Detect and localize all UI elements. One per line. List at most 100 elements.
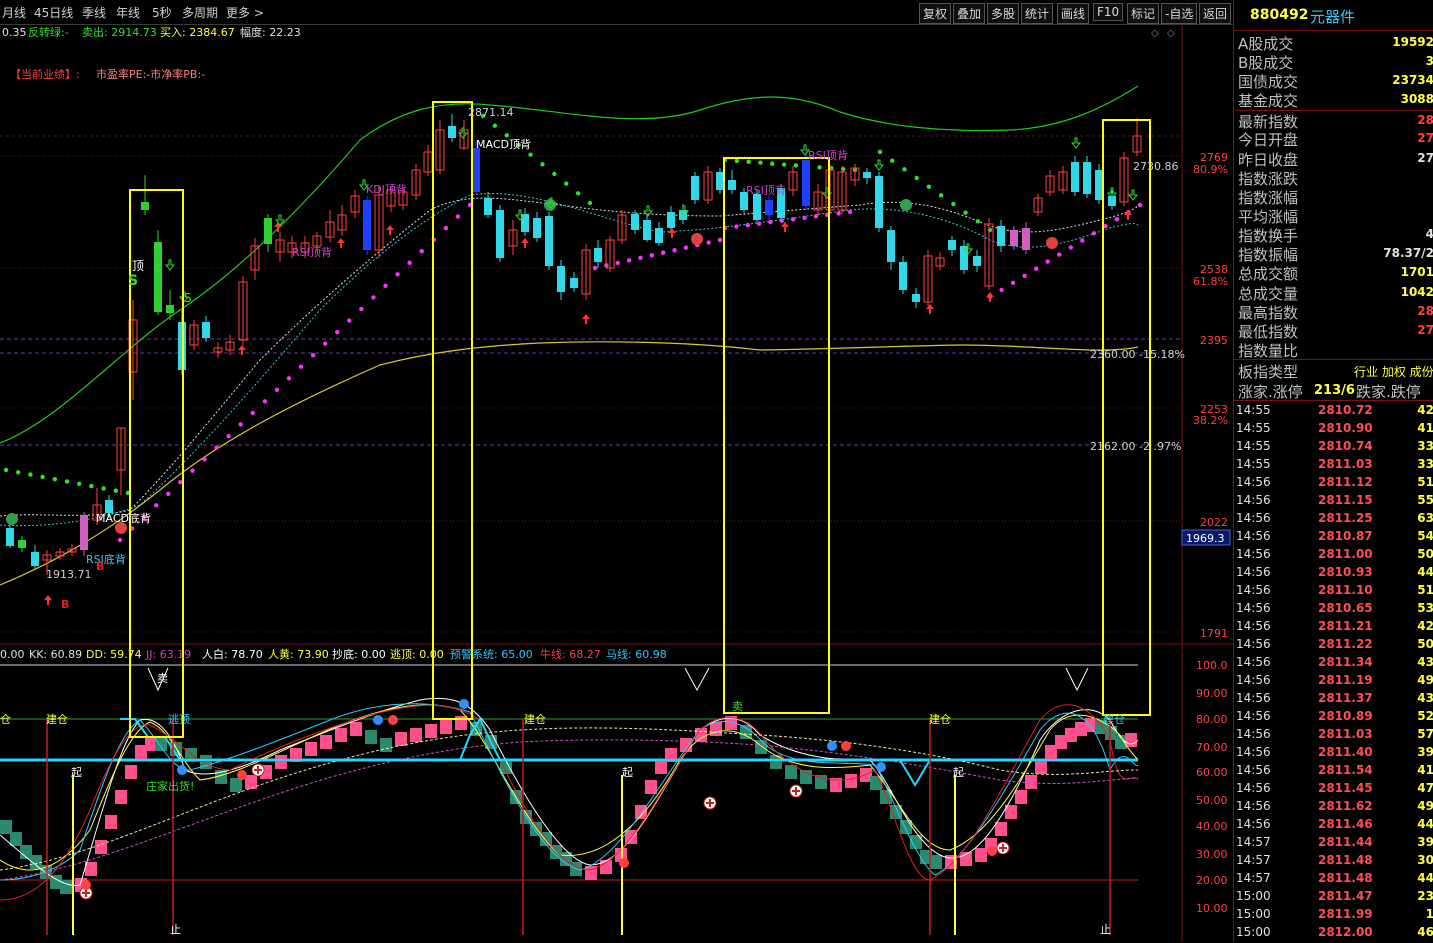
tick-row: 15:00 2811.47 23 — [1234, 889, 1433, 907]
candle-body — [570, 278, 578, 288]
current-price-box-text: 1969.3 — [1186, 532, 1225, 545]
multi-stock-button[interactable]: 多股 — [987, 3, 1020, 24]
tick-volume: 33 — [1417, 439, 1433, 453]
axis-label-1791: 1791 — [1200, 627, 1228, 640]
indicator-step — [0, 820, 12, 834]
escape-top-label: 逃顶 — [168, 713, 190, 726]
period-monthly[interactable]: 月线 — [2, 4, 26, 21]
axis-label-2022: 2022 — [1200, 516, 1228, 529]
down-arrow-icon — [1070, 137, 1082, 149]
tick-volume: 51 — [1417, 583, 1433, 597]
tick-time: 15:00 — [1236, 907, 1271, 921]
sell-dot-icon — [827, 741, 837, 751]
tick-time: 14:57 — [1236, 871, 1271, 885]
indicator-step — [410, 728, 422, 742]
mark-button[interactable]: 标记 — [1127, 3, 1160, 24]
buy-b-label-2: B — [61, 598, 69, 611]
indicator-step — [395, 732, 407, 746]
header-sell: 卖出: 2914.73 — [82, 25, 157, 39]
candle-body — [753, 194, 761, 220]
buy-dot-icon — [841, 741, 851, 751]
tick-volume: 50 — [1417, 547, 1433, 561]
sell-dot-icon — [373, 715, 383, 725]
f10-button[interactable]: F10 — [1093, 3, 1124, 21]
index-name[interactable]: 元器件 — [1310, 6, 1355, 27]
quote-row: 最新指数 28 — [1236, 110, 1433, 131]
sar-dot — [770, 161, 775, 166]
tick-volume: 30 — [1417, 853, 1433, 867]
ind-axis-40: 40.00 — [1196, 820, 1228, 833]
tick-price: 2811.10 — [1318, 583, 1373, 597]
candle-body — [631, 214, 639, 230]
statistics-button[interactable]: 统计 — [1021, 3, 1054, 24]
signal-icons — [6, 199, 1058, 900]
macd-bottom-divergence: MACD底背 — [96, 511, 151, 525]
diamond-icon[interactable]: ◇ — [1151, 28, 1159, 39]
tick-row: 14:55 2811.03 33 — [1234, 457, 1433, 475]
settings-icon[interactable]: ◇ — [1167, 28, 1175, 39]
sar-dot — [790, 217, 796, 222]
dealer-selling-label: 庄家出货! — [146, 779, 194, 793]
level-2360-label: 2360.00 -15.18% — [1090, 348, 1185, 361]
sell-s-label: S — [128, 273, 138, 289]
period-multi[interactable]: 多周期 — [182, 4, 218, 21]
sar-dot — [214, 445, 219, 450]
quote-row: 最高指数 28 — [1236, 302, 1433, 322]
index-code[interactable]: 880492 — [1250, 7, 1308, 23]
sar-dot — [999, 287, 1004, 293]
period-5sec[interactable]: 5秒 — [152, 4, 172, 21]
sar-dot — [383, 283, 388, 289]
qi-label-1: 起 — [71, 766, 82, 779]
candle-body — [997, 226, 1005, 246]
sell-dot-icon — [459, 699, 469, 709]
period-quarterly[interactable]: 季线 — [82, 4, 106, 21]
tick-time: 14:57 — [1236, 853, 1271, 867]
buy-dot-icon — [619, 858, 629, 868]
sar-dot — [660, 250, 666, 255]
sar-dot — [734, 224, 739, 229]
restore-rights-button[interactable]: 复权 — [919, 3, 952, 24]
tick-price: 2811.99 — [1318, 907, 1373, 921]
tick-volume: 44 — [1417, 871, 1433, 885]
sar-dot — [286, 376, 292, 381]
candle-body — [18, 540, 26, 548]
back-button[interactable]: 返回 — [1199, 3, 1232, 24]
tick-price: 2811.45 — [1318, 781, 1373, 795]
ind-renhuang: 人黄: 73.90 — [268, 647, 329, 661]
quote-row-label: 最高指数 — [1238, 304, 1299, 322]
sar-dot — [1022, 273, 1027, 278]
tick-volume: 54 — [1417, 529, 1433, 543]
candle-body — [472, 148, 480, 192]
tick-time: 14:56 — [1236, 511, 1271, 525]
quote-row: 总成交量 1042 — [1236, 283, 1433, 303]
kline-chart[interactable]: 0.35 反转绿:- 卖出: 2914.73 买入: 2384.67 幅度: 2… — [0, 24, 1233, 942]
sell-s-label-2: S — [184, 291, 192, 305]
indicator-step — [1015, 790, 1027, 804]
sar-dot — [987, 227, 993, 233]
tick-row: 14:55 2810.90 41 — [1234, 421, 1433, 439]
board-type-row: 板指类型 行业 加权 成份 — [1234, 359, 1433, 381]
tick-price: 2812.00 — [1318, 925, 1373, 939]
tick-row: 14:56 2810.89 52 — [1234, 709, 1433, 727]
more-menu[interactable]: 更多 > — [226, 4, 264, 21]
sell-label-1: 卖 — [157, 672, 168, 685]
draw-line-button[interactable]: 画线 — [1057, 3, 1090, 24]
tick-volume: 46 — [1417, 925, 1433, 939]
rsi-top-divergence-2: RSI顶背 — [746, 183, 786, 197]
quote-row: 指数量比 — [1236, 340, 1433, 360]
period-yearly[interactable]: 年线 — [116, 4, 140, 21]
sar-dot — [52, 477, 57, 482]
sar-dot — [877, 149, 883, 155]
sar-dot — [768, 219, 773, 225]
period-45day[interactable]: 45日线 — [34, 4, 73, 21]
sar-dot — [113, 488, 119, 493]
candle-body — [716, 172, 724, 190]
tick-row: 14:56 2811.15 55 — [1234, 493, 1433, 511]
jiancang-label-1: 建仓 — [46, 712, 68, 726]
tick-time: 14:56 — [1236, 763, 1271, 777]
quote-row-label: 总成交量 — [1238, 285, 1299, 303]
tick-volume: 51 — [1417, 475, 1433, 489]
overlay-button[interactable]: 叠加 — [953, 3, 986, 24]
watchlist-button[interactable]: -自选 — [1161, 3, 1198, 24]
quote-row-value: 4 — [1425, 227, 1433, 241]
